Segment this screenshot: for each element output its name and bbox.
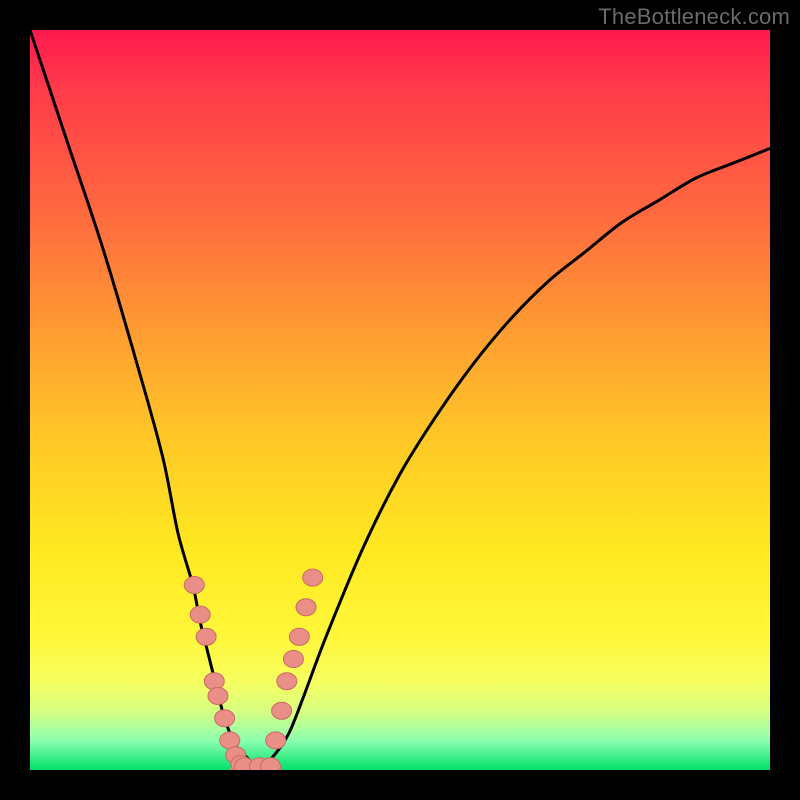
watermark-text: TheBottleneck.com	[598, 4, 790, 30]
plot-area	[30, 30, 770, 770]
right-marker-dot	[303, 569, 323, 586]
left-marker-dot	[196, 628, 216, 645]
right-marker-dot	[277, 673, 297, 690]
right-marker-dot	[296, 599, 316, 616]
right-marker-dot	[272, 702, 292, 719]
left-marker-dot	[208, 688, 228, 705]
left-marker-dot	[184, 577, 204, 594]
right-marker-dot	[266, 732, 286, 749]
chart-svg	[30, 30, 770, 770]
curve-group	[30, 30, 770, 770]
image-frame: TheBottleneck.com	[0, 0, 800, 800]
left-marker-dot	[190, 606, 210, 623]
right-curve	[259, 148, 770, 770]
left-marker-dot	[204, 673, 224, 690]
right-marker-dot	[283, 651, 303, 668]
right-marker-dot	[289, 628, 309, 645]
markers-group	[184, 569, 322, 770]
left-curve	[30, 30, 259, 770]
left-marker-dot	[215, 710, 235, 727]
valley-marker-dot	[261, 758, 281, 770]
